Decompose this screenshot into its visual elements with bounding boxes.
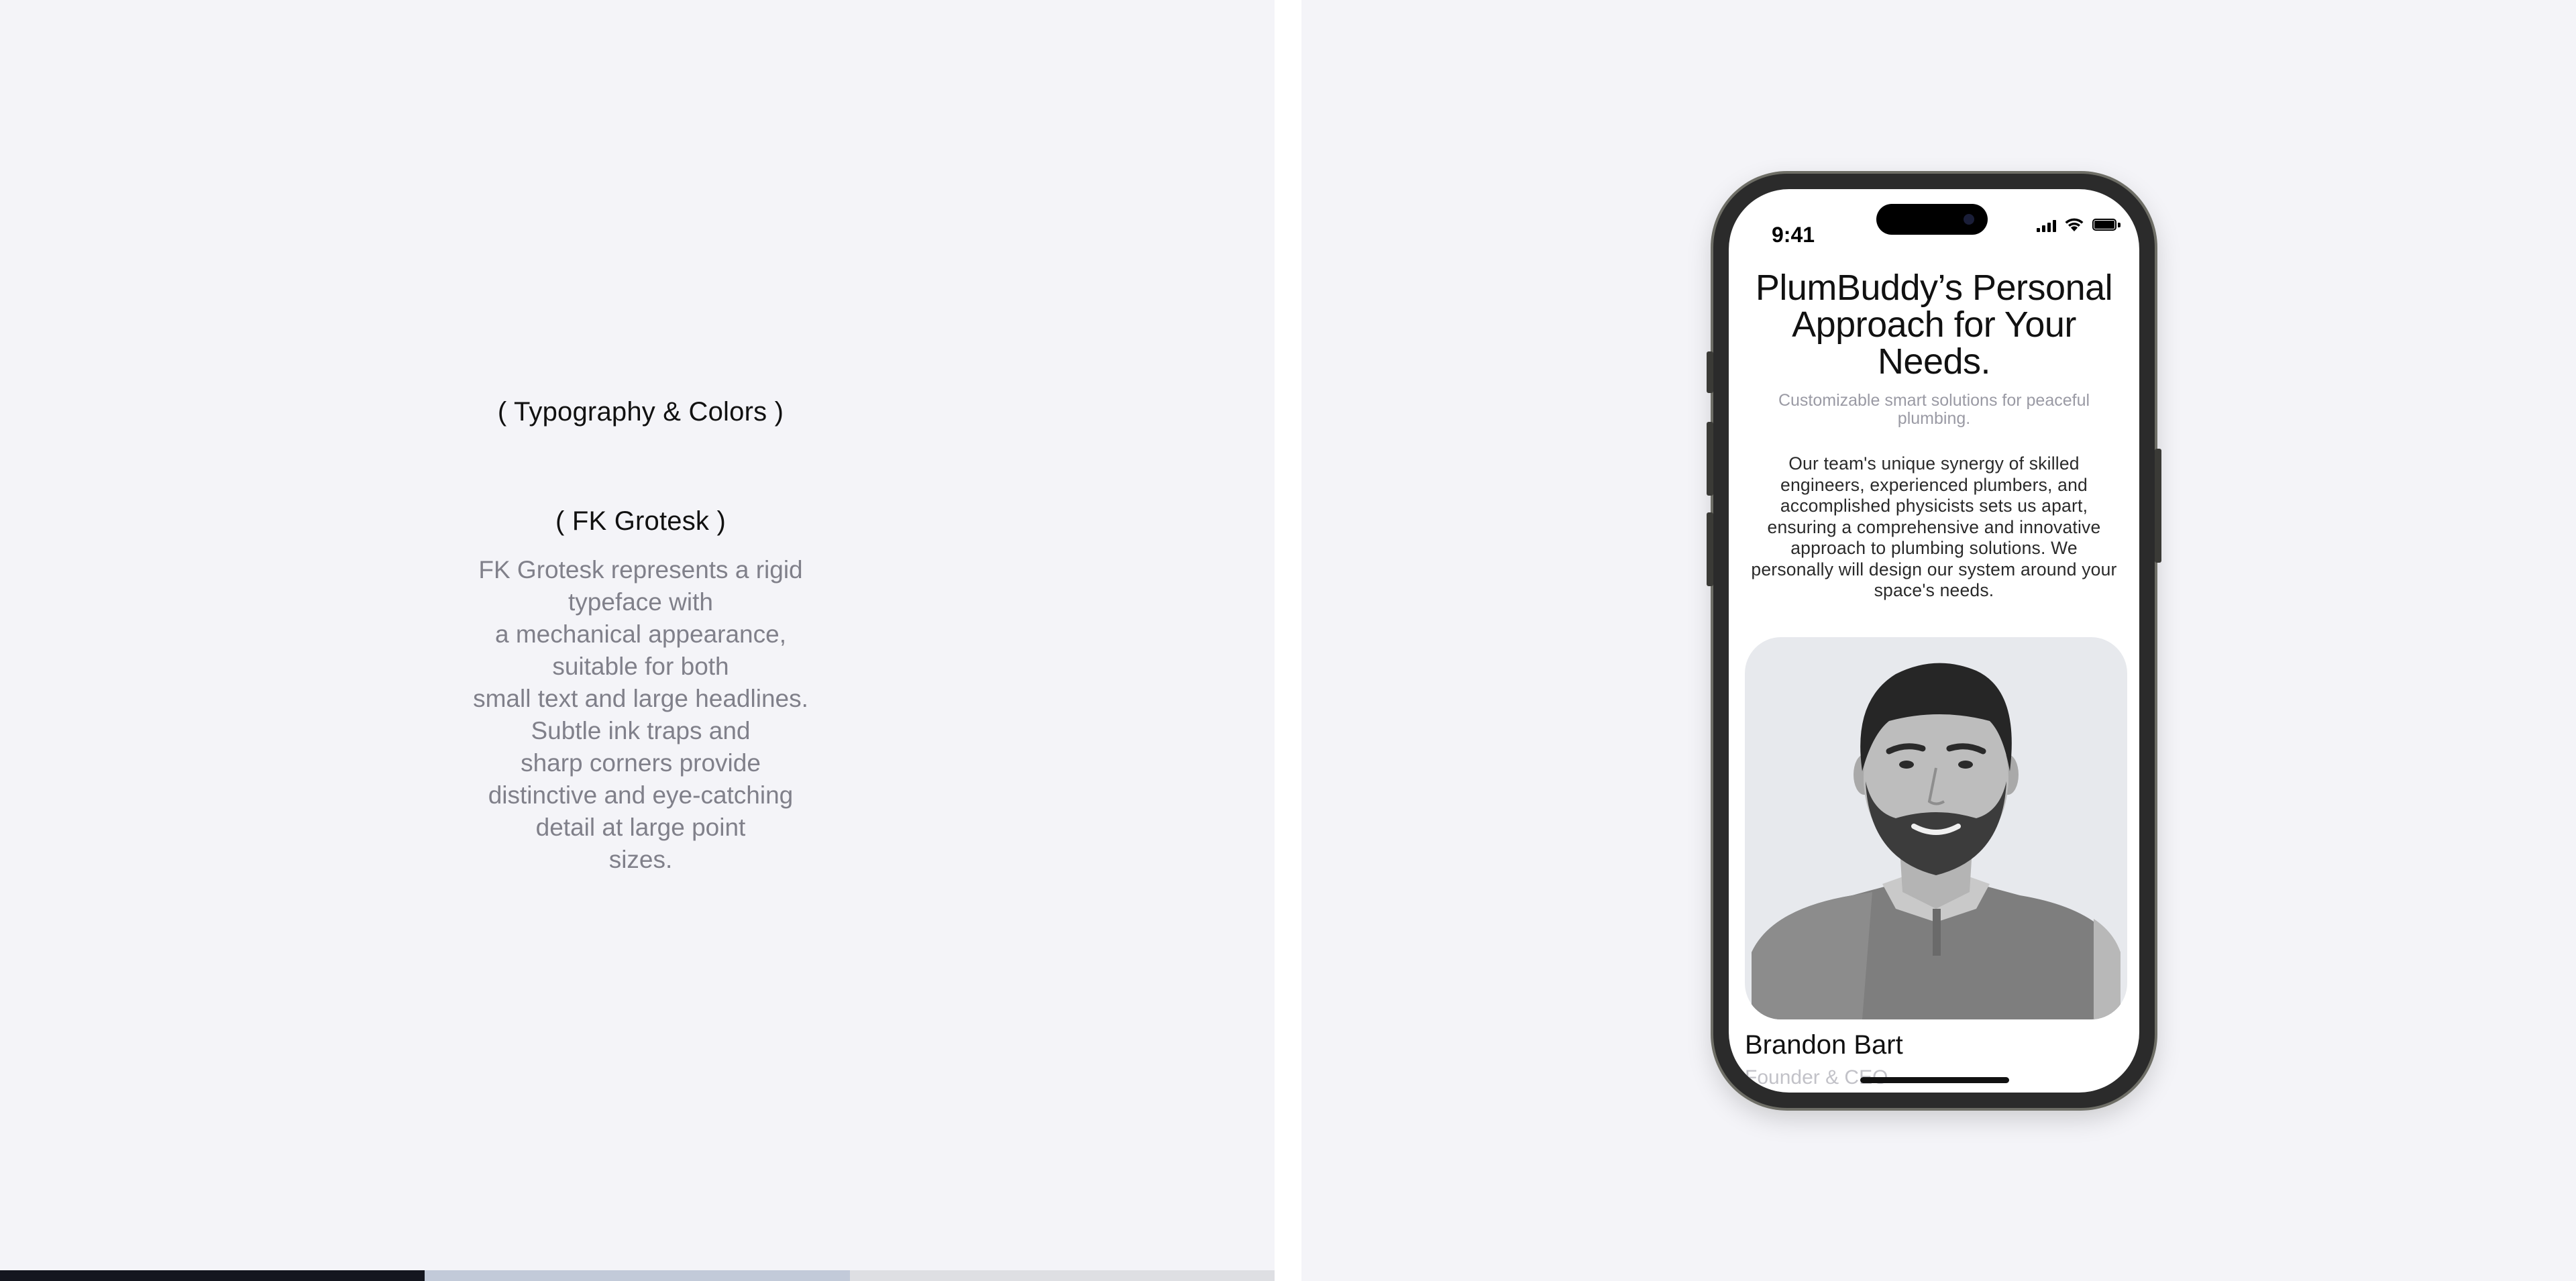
font-description-line: detail at large point [535,814,746,841]
font-name: ( FK Grotesk ) [555,506,726,536]
font-description-line: sizes. [608,846,673,873]
status-icons [2037,217,2121,232]
silent-switch [1707,351,1713,393]
founder-photo [1745,637,2127,1019]
font-description-line: distinctive and eye-catching [488,781,794,809]
section-title: ( Typography & Colors ) [497,397,784,427]
mockup-panel: 9:41 PlumBuddy’s Personal Approach for Y… [1301,0,2576,1281]
font-description-line: suitable for both [552,653,729,680]
camera-icon [1964,214,1974,225]
power-button [2155,449,2161,563]
font-description-line: small text and large headlines. [473,685,808,712]
about-paragraph: Our team's unique synergy of skilled eng… [1751,453,2117,600]
typography-panel: ( Typography & Colors ) ( FK Grotesk ) F… [0,0,1275,1281]
page-subtitle: Customizable smart solutions for peacefu… [1778,391,2090,428]
font-description-line: a mechanical appearance, [494,620,786,648]
dynamic-island [1876,204,1988,235]
color-swatch-dark [0,1270,425,1281]
phone-screen: 9:41 PlumBuddy’s Personal Approach for Y… [1729,189,2139,1093]
signal-icon [2037,219,2056,232]
color-swatch-light-gray [849,1270,1275,1281]
font-description-line: typeface with [568,588,713,616]
phone-mockup: 9:41 PlumBuddy’s Personal Approach for Y… [1707,174,2161,1108]
home-indicator [1860,1077,2009,1083]
font-description-line: sharp corners provide [521,749,761,777]
volume-up-button [1707,422,1713,496]
panel-divider [1275,0,1301,1281]
wifi-icon [2065,218,2084,231]
volume-down-button [1707,512,1713,586]
battery-icon [2092,219,2121,232]
color-palette [0,1270,1275,1281]
color-swatch-blue-gray [425,1270,850,1281]
font-description-line: Subtle ink traps and [531,717,751,744]
founder-name: Brandon Bart [1745,1030,1903,1060]
status-bar: 9:41 [1729,189,2139,263]
font-description-line: FK Grotesk represents a rigid [478,556,803,583]
status-time: 9:41 [1772,223,1815,247]
page-title: PlumBuddy’s Personal Approach for Your N… [1755,268,2113,382]
font-description: FK Grotesk represents a rigid typeface w… [429,554,852,876]
